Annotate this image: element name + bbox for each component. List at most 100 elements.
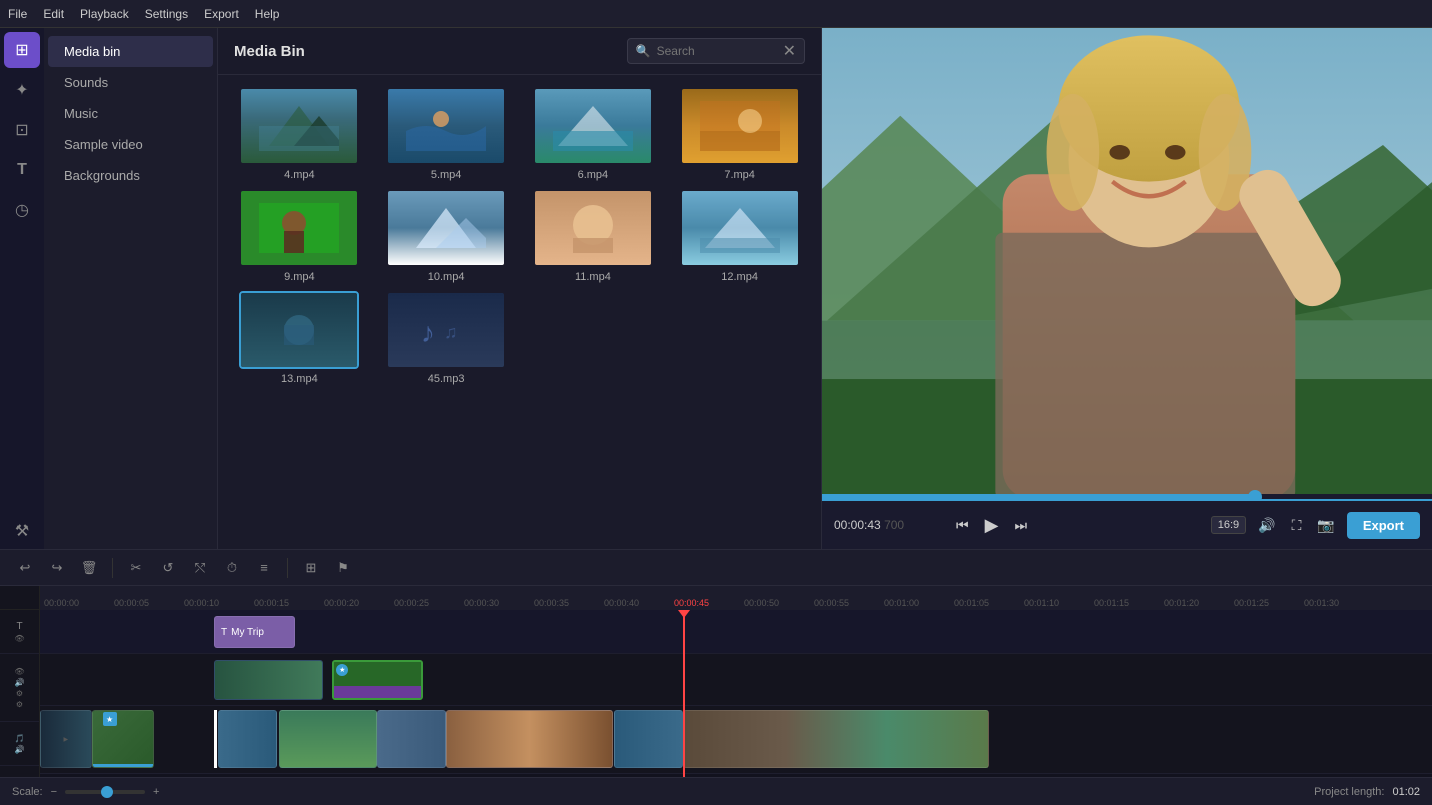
preview-controls: 00:00:43 700 ⏮ ▶ ⏭ 16:9 🔊 ⛶ 📷 Export	[822, 499, 1432, 549]
menu-file[interactable]: File	[8, 7, 27, 21]
speed-button[interactable]: ⏱	[219, 555, 245, 581]
svg-text:♫: ♫	[444, 322, 458, 342]
menu-settings[interactable]: Settings	[145, 7, 188, 21]
scale-decrease-icon[interactable]: −	[51, 786, 57, 798]
timeline-right: 00:00:00 00:00:05 00:00:10 00:00:15 00:0…	[40, 586, 1432, 777]
sidebar-icon-media[interactable]: ⊞	[4, 32, 40, 68]
list-item[interactable]: 5.mp4	[377, 87, 516, 181]
video-clip-6[interactable]	[446, 710, 613, 768]
list-item[interactable]: 10.mp4	[377, 189, 516, 283]
list-item[interactable]: 13.mp4	[230, 291, 369, 385]
preview-video	[822, 28, 1432, 499]
aspect-ratio-badge[interactable]: 16:9	[1211, 516, 1246, 534]
time-display: 00:00:43 700	[834, 518, 944, 532]
panel-item-sample-video[interactable]: Sample video	[48, 129, 213, 160]
video-clip-2[interactable]	[92, 710, 155, 768]
more-button[interactable]: ≡	[251, 555, 277, 581]
list-item[interactable]: 11.mp4	[524, 189, 663, 283]
play-pause-button[interactable]: ▶	[981, 511, 1003, 540]
toolbar-separator	[112, 558, 113, 578]
media-item-label: 5.mp4	[431, 169, 462, 181]
redo-button[interactable]: ↪	[44, 555, 70, 581]
media-bin: Media Bin 🔍 ✕ 4.mp4	[218, 28, 822, 549]
list-item[interactable]: 4.mp4	[230, 87, 369, 181]
media-item-label: 9.mp4	[284, 271, 315, 283]
menu-edit[interactable]: Edit	[43, 7, 64, 21]
video-clip-3[interactable]	[218, 710, 276, 768]
video-track-controls: 👁 🔊 ⚙ ⚙	[0, 654, 39, 722]
media-grid: 4.mp4 5.mp4 6.mp4	[218, 75, 821, 397]
menu-playback[interactable]: Playback	[80, 7, 129, 21]
media-item-label: 12.mp4	[721, 271, 758, 283]
search-input[interactable]	[657, 44, 777, 58]
track-side-controls: T 👁 👁 🔊 ⚙ ⚙ 🎵 🔊	[0, 586, 40, 777]
video-clip-5[interactable]	[377, 710, 447, 768]
sidebar-icon-titles[interactable]: T	[4, 152, 40, 188]
list-item[interactable]: 6.mp4	[524, 87, 663, 181]
main-area: ⊞ ✦ ⊡ T ◷ ⚒ Media bin Sounds Music Sampl…	[0, 28, 1432, 549]
search-icon: 🔍	[636, 44, 651, 58]
media-item-label: 11.mp4	[575, 271, 611, 283]
menu-help[interactable]: Help	[255, 7, 280, 21]
snapshot-button[interactable]: 📷	[1313, 513, 1338, 538]
project-length-value: 01:02	[1392, 786, 1420, 798]
fullscreen-button[interactable]: ⛶	[1288, 513, 1306, 538]
flag-button[interactable]: ⚑	[330, 555, 356, 581]
panel-item-sounds[interactable]: Sounds	[48, 67, 213, 98]
panel-item-media-bin[interactable]: Media bin	[48, 36, 213, 67]
scale-slider[interactable]	[65, 790, 145, 794]
delete-button[interactable]: 🗑	[76, 555, 102, 581]
export-button[interactable]: Export	[1347, 512, 1420, 539]
title-track-controls: T 👁	[0, 610, 39, 654]
sidebar-icon-transitions[interactable]: ⊡	[4, 112, 40, 148]
timeline-area: ↩ ↪ 🗑 ✂ ↺ ⤲ ⏱ ≡ ⊞ ⚑ T 👁 👁 🔊 ⚙ ⚙	[0, 549, 1432, 805]
svg-text:♪: ♪	[421, 317, 435, 348]
list-item[interactable]: 12.mp4	[670, 189, 809, 283]
media-item-label: 10.mp4	[428, 271, 465, 283]
undo-button[interactable]: ↩	[12, 555, 38, 581]
bottom-bar: Scale: − + Project length: 01:02	[0, 777, 1432, 805]
panel-item-backgrounds[interactable]: Backgrounds	[48, 160, 213, 191]
media-item-label: 45.mp3	[428, 373, 465, 385]
scale-increase-icon[interactable]: +	[153, 786, 159, 798]
search-clear-icon[interactable]: ✕	[783, 41, 796, 61]
overlay-button[interactable]: ⊞	[298, 555, 324, 581]
cut-button[interactable]: ✂	[123, 555, 149, 581]
playhead[interactable]	[683, 610, 685, 777]
sidebar-icon-effects[interactable]: ✦	[4, 72, 40, 108]
pip-clip-1[interactable]	[214, 660, 323, 700]
video-clip-8[interactable]	[683, 710, 989, 768]
search-box: 🔍 ✕	[627, 38, 805, 64]
crop-button[interactable]: ⤲	[187, 555, 213, 581]
media-item-label: 13.mp4	[281, 373, 318, 385]
menu-bar: File Edit Playback Settings Export Help	[0, 0, 1432, 28]
audio-track-controls: 🎵 🔊	[0, 722, 39, 766]
video-clip-1[interactable]: ▶	[40, 710, 92, 768]
sidebar-icon-history[interactable]: ◷	[4, 192, 40, 228]
menu-export[interactable]: Export	[204, 7, 239, 21]
audio-track: 45.mp3	[40, 774, 1432, 777]
pip-clip-2[interactable]: ★	[332, 660, 422, 700]
media-item-label: 6.mp4	[578, 169, 609, 181]
volume-button[interactable]: 🔊	[1254, 513, 1279, 538]
media-bin-title: Media Bin	[234, 43, 305, 60]
video-clip-7[interactable]	[614, 710, 684, 768]
list-item[interactable]: ♪ ♫ 45.mp3	[377, 291, 516, 385]
rotate-button[interactable]: ↺	[155, 555, 181, 581]
project-length-label: Project length:	[1314, 786, 1384, 798]
timeline-toolbar: ↩ ↪ 🗑 ✂ ↺ ⤲ ⏱ ≡ ⊞ ⚑	[0, 550, 1432, 586]
skip-back-button[interactable]: ⏮	[952, 513, 973, 538]
panel-item-music[interactable]: Music	[48, 98, 213, 129]
list-item[interactable]: 7.mp4	[670, 87, 809, 181]
time-ruler: 00:00:00 00:00:05 00:00:10 00:00:15 00:0…	[40, 586, 1432, 610]
title-clip[interactable]: T My Trip	[214, 616, 295, 648]
list-item[interactable]: 9.mp4	[230, 189, 369, 283]
toolbar-separator-2	[287, 558, 288, 578]
pip-track: ★	[40, 654, 1432, 706]
video-clip-4[interactable]	[279, 710, 376, 768]
left-sidebar: ⊞ ✦ ⊡ T ◷ ⚒	[0, 28, 44, 549]
media-item-label: 4.mp4	[284, 169, 315, 181]
skip-forward-button[interactable]: ⏭	[1010, 513, 1031, 538]
sidebar-icon-tools[interactable]: ⚒	[4, 513, 40, 549]
media-bin-header: Media Bin 🔍 ✕	[218, 28, 821, 75]
